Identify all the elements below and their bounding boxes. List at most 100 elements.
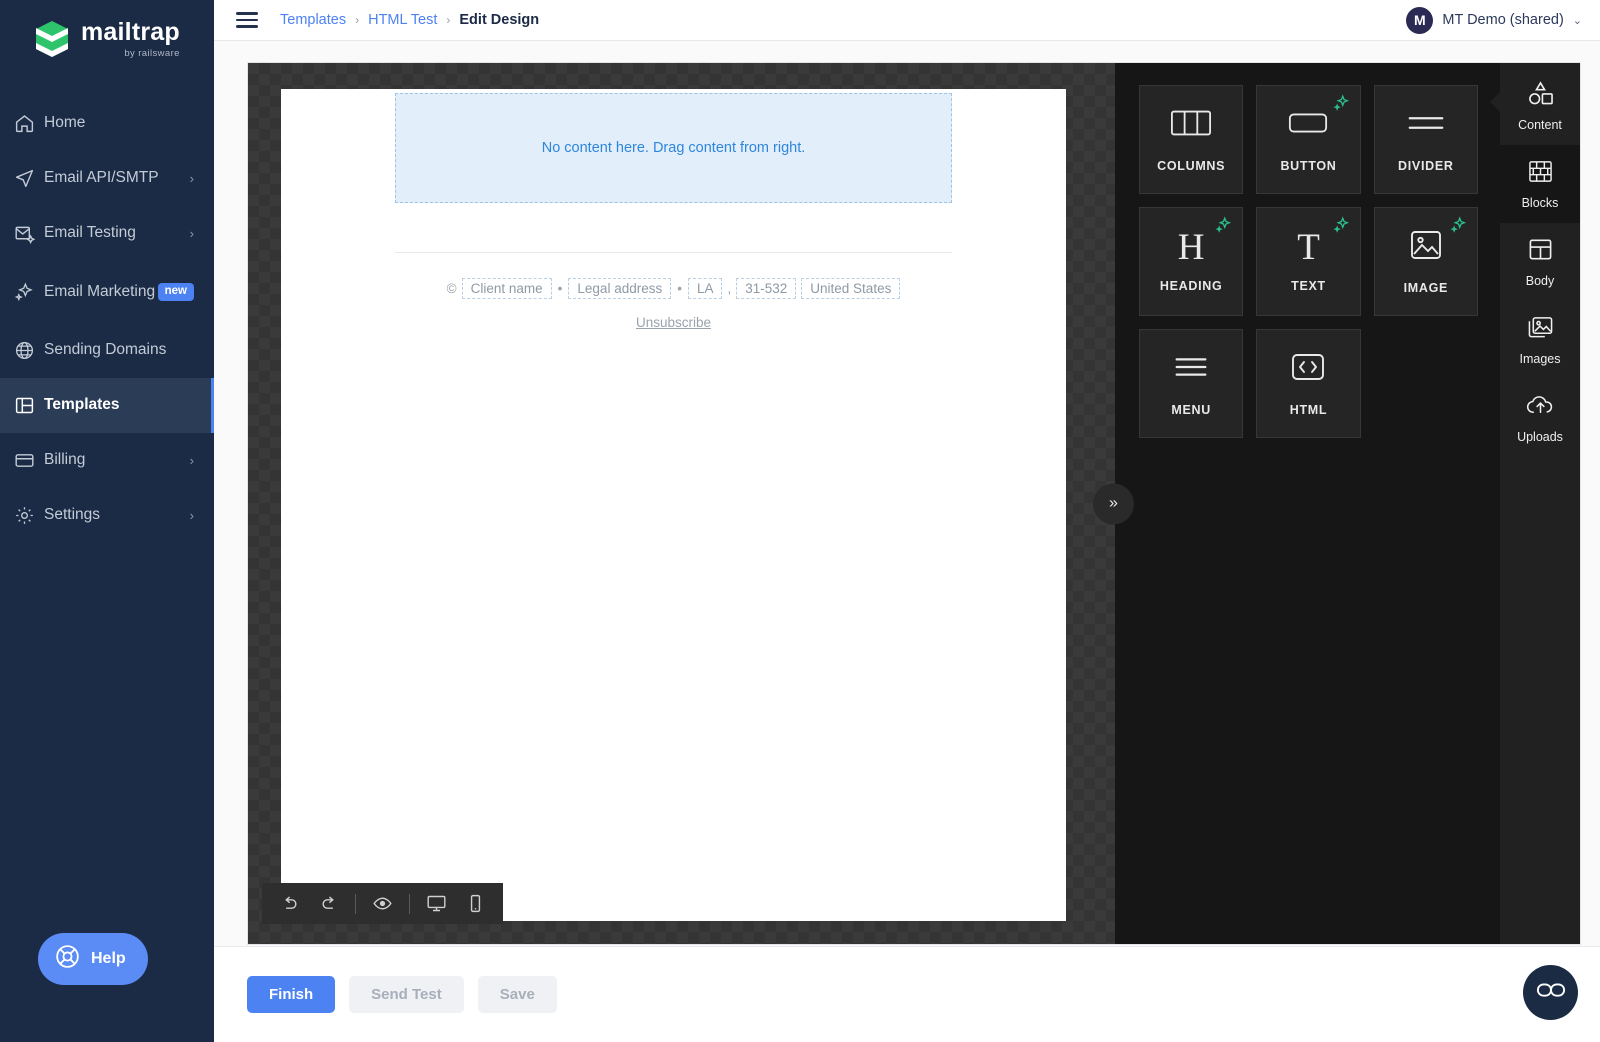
send-test-button[interactable]: Send Test xyxy=(349,976,464,1013)
footer-separator-dot: • xyxy=(557,281,563,296)
tab-body[interactable]: Body xyxy=(1500,223,1580,301)
main-area: Templates › HTML Test › Edit Design M MT… xyxy=(214,0,1600,1042)
email-footer-line: © Client name • Legal address • LA , 31-… xyxy=(281,278,1066,299)
chevron-right-icon: › xyxy=(189,508,194,523)
sidebar-nav: Home Email API/SMTP › Email Testing › Em… xyxy=(0,96,214,543)
block-tile-heading[interactable]: H HEADING xyxy=(1139,207,1244,316)
columns-icon xyxy=(1170,106,1212,145)
sidebar-item-email-testing[interactable]: Email Testing › xyxy=(0,206,214,261)
footer-field-legal-address[interactable]: Legal address xyxy=(568,278,672,299)
sidebar-item-email-marketing[interactable]: Email Marketing new xyxy=(0,261,214,323)
breadcrumb-item-templates[interactable]: Templates xyxy=(280,12,346,28)
send-icon xyxy=(14,168,44,189)
editor-tab-rail: Content Blocks Body Images Uploads xyxy=(1490,63,1580,944)
blocks-grid: COLUMNS BUTTON DIVIDER H HEADING T TEXT … xyxy=(1139,85,1478,438)
email-sheet[interactable]: No content here. Drag content from right… xyxy=(281,89,1066,921)
tab-blocks[interactable]: Blocks xyxy=(1500,145,1580,223)
tab-images[interactable]: Images xyxy=(1500,301,1580,379)
topbar: Templates › HTML Test › Edit Design M MT… xyxy=(214,0,1600,41)
button-icon xyxy=(1287,106,1329,145)
sidebar-item-label: Billing xyxy=(44,451,86,469)
tab-content[interactable]: Content xyxy=(1490,67,1580,145)
hamburger-icon[interactable] xyxy=(236,12,258,28)
footer-comma: , xyxy=(727,281,732,296)
block-tile-divider[interactable]: DIVIDER xyxy=(1373,85,1478,194)
breadcrumb: Templates › HTML Test › Edit Design xyxy=(280,12,539,28)
home-icon xyxy=(14,113,44,134)
tab-label: Blocks xyxy=(1521,195,1559,210)
sidebar-item-email-api-smtp[interactable]: Email API/SMTP › xyxy=(0,151,214,206)
tab-label: Uploads xyxy=(1517,429,1563,444)
block-tile-image[interactable]: IMAGE xyxy=(1373,207,1478,316)
ai-sparkle-icon xyxy=(1333,94,1351,117)
gear-icon xyxy=(14,505,44,526)
chevron-down-icon: ⌄ xyxy=(1572,14,1582,27)
sidebar-item-label: Templates xyxy=(44,396,120,414)
footer-field-zip[interactable]: 31-532 xyxy=(736,278,797,299)
sidebar-item-templates[interactable]: Templates xyxy=(0,378,214,433)
inbox-check-icon xyxy=(14,223,44,244)
sidebar-item-home[interactable]: Home xyxy=(0,96,214,151)
preview-eye-icon[interactable] xyxy=(365,886,400,921)
block-tile-columns[interactable]: COLUMNS xyxy=(1139,85,1244,194)
footer-field-client-name[interactable]: Client name xyxy=(461,278,552,299)
chevron-right-icon: › xyxy=(189,453,194,468)
mobile-view-icon[interactable] xyxy=(458,886,493,921)
shapes-icon xyxy=(1527,80,1554,111)
block-tile-html[interactable]: HTML xyxy=(1256,329,1361,438)
account-switcher[interactable]: M MT Demo (shared) ⌄ xyxy=(1406,6,1582,34)
redo-icon[interactable] xyxy=(311,886,346,921)
body-layout-icon xyxy=(1528,237,1553,267)
action-bar: Finish Send Test Save xyxy=(214,946,1600,1042)
sidebar-item-settings[interactable]: Settings › xyxy=(0,488,214,543)
tab-uploads[interactable]: Uploads xyxy=(1500,379,1580,457)
card-icon xyxy=(14,450,44,471)
sidebar-item-label: Email API/SMTP xyxy=(44,169,159,187)
tab-label: Content xyxy=(1518,117,1562,132)
account-name: MT Demo (shared) xyxy=(1442,12,1564,28)
layout-icon xyxy=(14,395,44,416)
canvas-toolbar xyxy=(262,883,503,924)
code-brackets-icon xyxy=(1290,350,1326,389)
collapse-panel-button[interactable]: » xyxy=(1093,483,1134,524)
unsubscribe-link[interactable]: Unsubscribe xyxy=(281,315,1066,330)
toolbar-divider xyxy=(409,893,410,914)
footer-field-country[interactable]: United States xyxy=(801,278,901,299)
active-pointer-notch xyxy=(1490,91,1501,113)
bricks-icon xyxy=(1528,159,1553,189)
image-icon xyxy=(1409,228,1443,267)
block-label: HTML xyxy=(1289,403,1328,417)
finish-button[interactable]: Finish xyxy=(247,976,336,1013)
footer-field-city[interactable]: LA xyxy=(687,278,723,299)
brand-logo[interactable]: mailtrap by railsware xyxy=(0,0,214,78)
email-canvas-pane[interactable]: No content here. Drag content from right… xyxy=(248,63,1115,944)
menu-lines-icon xyxy=(1170,350,1212,389)
chat-widget-button[interactable] xyxy=(1523,965,1578,1020)
status-badge-new: new xyxy=(157,283,194,301)
blocks-panel: » COLUMNS BUTTON DIVIDER H HEADING T TEX… xyxy=(1093,63,1500,944)
chevron-right-icon: › xyxy=(189,171,194,186)
breadcrumb-item-html-test[interactable]: HTML Test xyxy=(368,12,437,28)
brand-name: mailtrap xyxy=(81,17,180,46)
empty-content-dropzone[interactable]: No content here. Drag content from right… xyxy=(395,93,952,203)
toolbar-divider xyxy=(355,893,356,914)
block-tile-text[interactable]: T TEXT xyxy=(1256,207,1361,316)
block-tile-menu[interactable]: MENU xyxy=(1139,329,1244,438)
ai-sparkle-icon xyxy=(1215,216,1233,239)
save-button[interactable]: Save xyxy=(477,976,557,1013)
sidebar-item-label: Home xyxy=(44,114,86,132)
editor-frame: No content here. Drag content from right… xyxy=(247,62,1581,945)
brand-tagline: by railsware xyxy=(124,47,180,59)
ai-sparkle-icon xyxy=(1333,216,1351,239)
copyright-symbol: © xyxy=(446,281,457,296)
footer-separator-dot: • xyxy=(677,281,682,296)
desktop-view-icon[interactable] xyxy=(419,886,454,921)
tab-label: Images xyxy=(1519,351,1561,366)
chevron-right-icon: › xyxy=(189,226,194,241)
block-tile-button[interactable]: BUTTON xyxy=(1256,85,1361,194)
help-button[interactable]: Help xyxy=(38,933,148,985)
sidebar-item-billing[interactable]: Billing › xyxy=(0,433,214,488)
sparkle-icon xyxy=(14,281,44,303)
sidebar-item-sending-domains[interactable]: Sending Domains xyxy=(0,323,214,378)
undo-icon[interactable] xyxy=(272,886,307,921)
